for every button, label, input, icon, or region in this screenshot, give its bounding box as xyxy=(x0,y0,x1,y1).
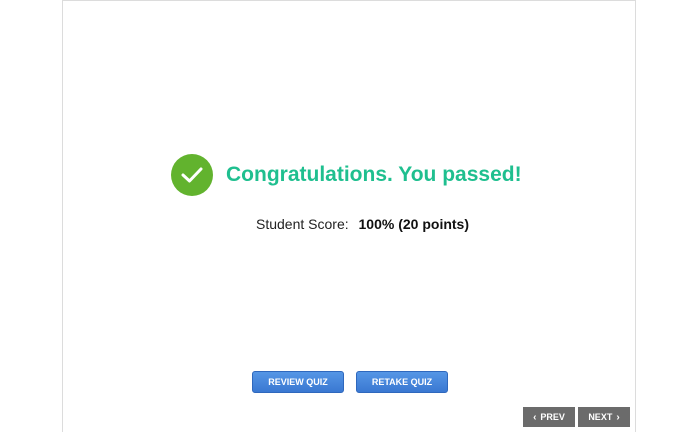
student-score: Student Score: 100% (20 points) xyxy=(256,216,469,232)
result-headline: Congratulations. You passed! xyxy=(226,163,522,186)
score-value: 100% (20 points) xyxy=(358,216,469,232)
checkmark-icon xyxy=(171,154,213,196)
prev-button[interactable]: ‹ PREV xyxy=(523,407,575,427)
review-quiz-button[interactable]: REVIEW QUIZ xyxy=(252,371,344,393)
result-header: Congratulations. You passed! xyxy=(171,154,522,196)
next-label: NEXT xyxy=(588,412,613,422)
prev-label: PREV xyxy=(540,412,565,422)
score-label: Student Score: xyxy=(256,216,349,232)
retake-quiz-button[interactable]: RETAKE QUIZ xyxy=(356,371,448,393)
chevron-right-icon: › xyxy=(616,411,620,423)
next-button[interactable]: NEXT › xyxy=(578,407,630,427)
quiz-result-slide: Congratulations. You passed! Student Sco… xyxy=(62,0,636,432)
chevron-left-icon: ‹ xyxy=(533,411,537,423)
